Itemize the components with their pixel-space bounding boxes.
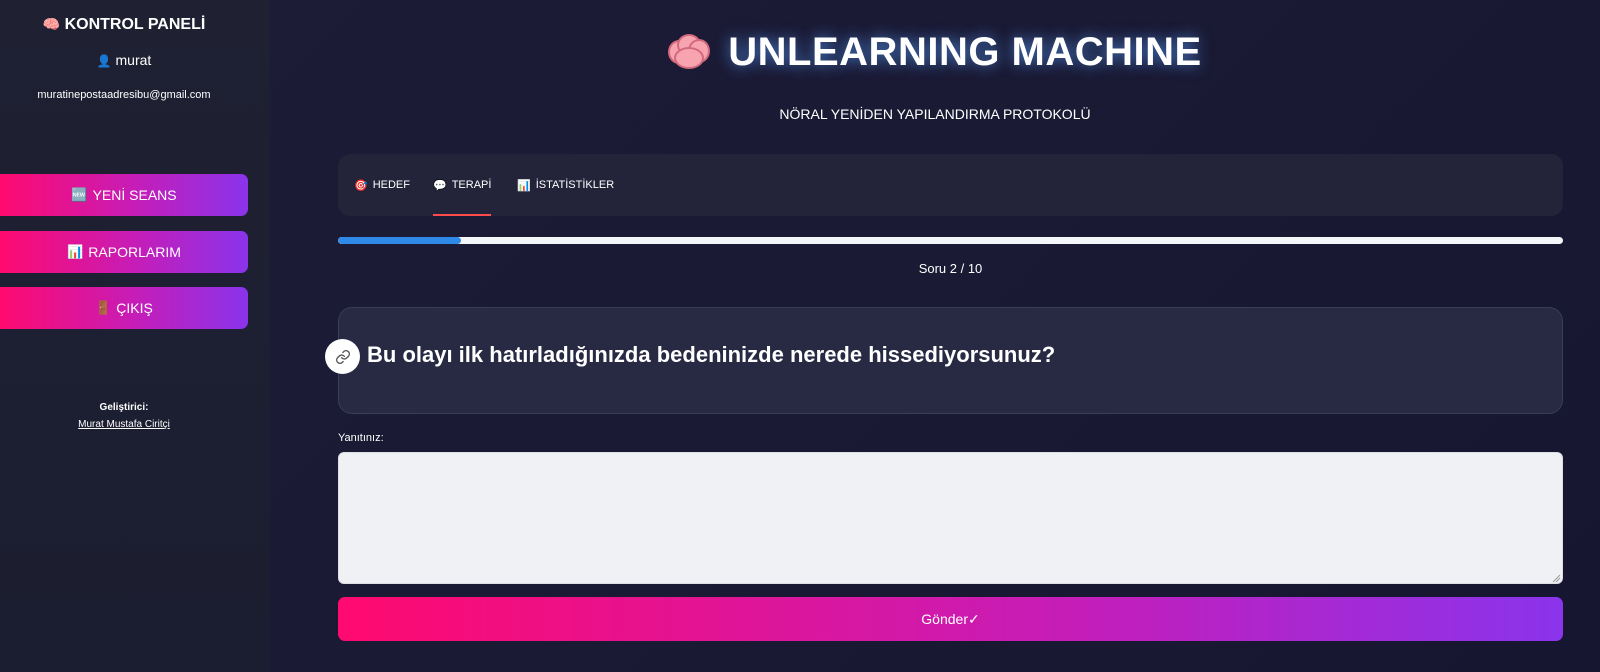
tab-bar: 🎯 HEDEF 💬 TERAPİ 📊 İSTATİSTİKLER	[338, 154, 1563, 216]
tab-terapi[interactable]: 💬 TERAPİ	[433, 154, 492, 216]
question-text: Bu olayı ilk hatırladığınızda bedeninizd…	[367, 342, 1056, 367]
door-icon: 🚪	[95, 300, 112, 315]
app-title-text: UNLEARNING MACHINE	[728, 30, 1202, 74]
user-email: muratinepostaadresibu@gmail.com	[37, 89, 211, 101]
new-session-button[interactable]: 🆕 YENİ SEANS	[0, 174, 248, 216]
new-icon: 🆕	[71, 187, 88, 202]
answer-input[interactable]	[338, 452, 1563, 584]
new-session-label: YENİ SEANS	[92, 187, 177, 203]
speech-bubble-icon: 💬	[433, 179, 447, 192]
user-icon: 👤	[96, 54, 112, 68]
logout-label: ÇIKIŞ	[116, 300, 153, 316]
user-name-text: murat	[115, 52, 152, 68]
my-reports-label: RAPORLARIM	[88, 244, 181, 260]
sidebar-title-text: KONTROL PANELİ	[64, 16, 206, 33]
tab-istatistikler[interactable]: 📊 İSTATİSTİKLER	[517, 154, 614, 216]
user-name: 👤 murat	[0, 52, 248, 68]
brain-icon: 🧠	[42, 16, 61, 32]
resize-handle-icon[interactable]	[1552, 574, 1561, 583]
answer-label: Yanıtınız:	[338, 432, 384, 444]
sidebar: 🧠 KONTROL PANELİ 👤 murat muratinepostaad…	[0, 0, 270, 672]
progress-fill	[338, 237, 461, 244]
app-subtitle: NÖRAL YENİDEN YAPILANDIRMA PROTOKOLÜ	[779, 106, 1091, 122]
my-reports-button[interactable]: 📊 RAPORLARIM	[0, 231, 248, 273]
link-icon[interactable]	[325, 339, 360, 374]
progress-bar	[338, 237, 1563, 244]
developer-link[interactable]: Murat Mustafa Ciritçi	[0, 419, 248, 430]
tab-terapi-label: TERAPİ	[451, 179, 492, 191]
submit-button[interactable]: Gönder✓	[338, 597, 1563, 641]
chart-icon: 📊	[67, 244, 84, 259]
progress-text: Soru 2 / 10	[918, 261, 983, 276]
target-icon: 🎯	[354, 179, 368, 192]
chart-icon: 📊	[517, 179, 531, 192]
brain-icon	[668, 33, 712, 72]
developer-label: Geliştirici:	[99, 402, 149, 413]
app-title: UNLEARNING MACHINE	[270, 30, 1600, 75]
sidebar-title: 🧠 KONTROL PANELİ	[0, 16, 248, 34]
logout-button[interactable]: 🚪 ÇIKIŞ	[0, 287, 248, 329]
tab-istatistikler-label: İSTATİSTİKLER	[535, 179, 615, 191]
tab-hedef-label: HEDEF	[372, 179, 410, 191]
tab-hedef[interactable]: 🎯 HEDEF	[354, 154, 410, 216]
